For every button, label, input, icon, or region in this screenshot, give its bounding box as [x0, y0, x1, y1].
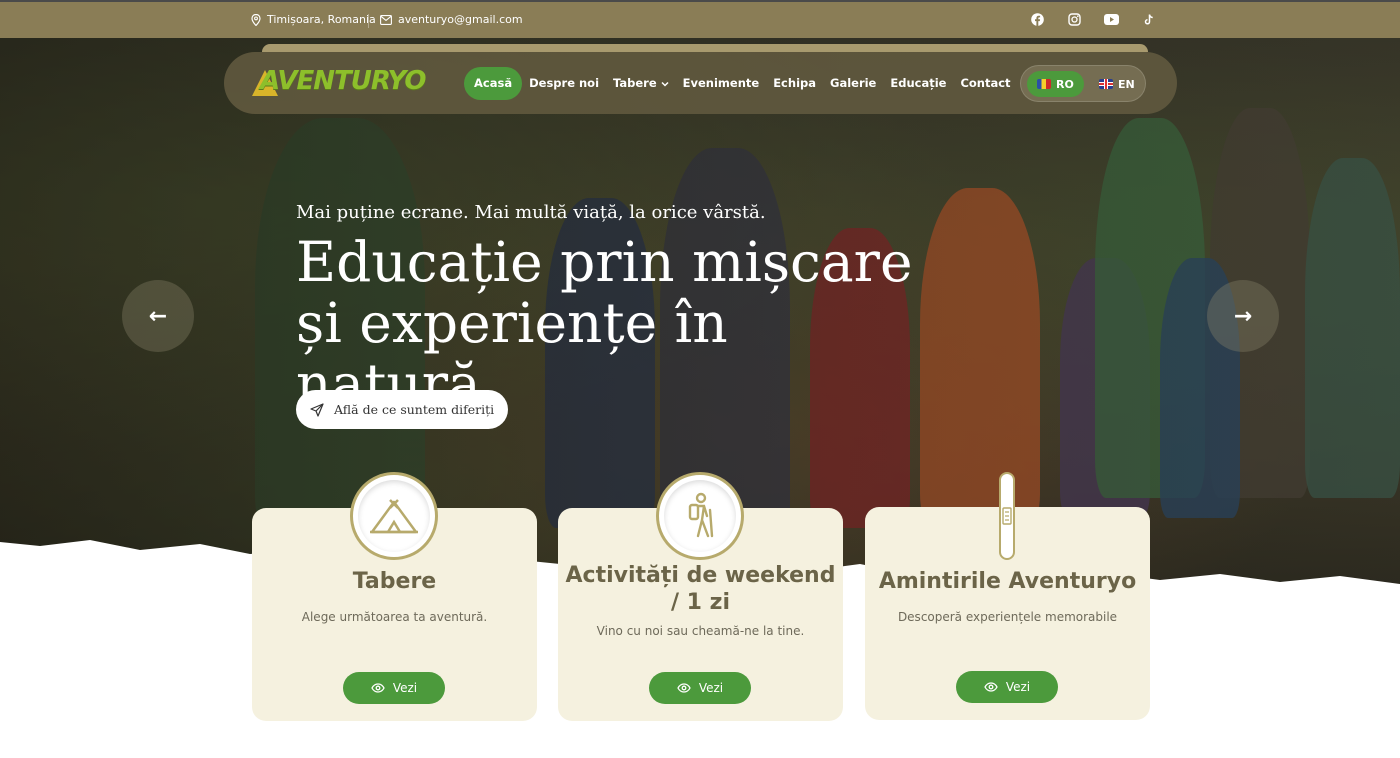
vezi-label: Vezi [1005, 680, 1031, 694]
lang-en-button[interactable]: EN [1089, 71, 1145, 97]
tiktok-icon[interactable] [1141, 12, 1156, 27]
nav-item-despre-noi[interactable]: Despre noi [522, 67, 606, 100]
nav-label: Despre noi [529, 76, 600, 90]
card-title: Tabere [352, 569, 437, 594]
eye-icon [371, 683, 385, 693]
divider [368, 14, 369, 28]
nav-label: Evenimente [682, 76, 760, 90]
nav-item-contact[interactable]: Contact [953, 67, 1017, 100]
nav-label: Contact [960, 76, 1011, 90]
nav-label: Echipa [773, 76, 816, 90]
hero-cta-button[interactable]: Află de ce suntem diferiți [296, 390, 509, 429]
card-text: Alege următoarea ta aventură. [301, 610, 488, 624]
card-title: Amintirile Aventuryo [878, 569, 1137, 594]
vezi-label: Vezi [392, 681, 418, 695]
nav-label: Acasă [474, 76, 513, 90]
photo-icon [999, 472, 1015, 560]
mail-icon [380, 14, 392, 25]
nav-item-evenimente[interactable]: Evenimente [676, 67, 767, 100]
location-info: Timișoara, Romania [251, 13, 376, 26]
hero-headline: Educație prin mișcare și experiențe în n… [296, 230, 913, 416]
nav-label: Galerie [830, 76, 877, 90]
location-text: Timișoara, Romania [267, 13, 376, 26]
nav-item-galerie[interactable]: Galerie [823, 67, 883, 100]
lang-ro-button[interactable]: RO [1027, 71, 1084, 97]
nav-item-acasa[interactable]: Acasă [464, 67, 523, 100]
instagram-icon[interactable] [1067, 12, 1082, 27]
eye-icon [677, 683, 691, 693]
arrow-right-icon: → [1233, 303, 1253, 329]
nav-item-tabere[interactable]: Tabere [606, 67, 676, 100]
paper-plane-icon [310, 402, 324, 417]
site-logo[interactable]: AVENTURYO [252, 66, 426, 96]
card-text: Vino cu noi sau cheamă-ne la tine. [596, 624, 805, 638]
logo-text: AVENTURYO [260, 66, 426, 96]
nav-label: Educație [890, 76, 947, 90]
language-switcher: RO EN [1020, 65, 1146, 102]
vezi-button[interactable]: Vezi [956, 671, 1058, 703]
social-links [1030, 12, 1156, 27]
slider-next-button[interactable]: → [1207, 280, 1279, 352]
email-info[interactable]: aventuryo@gmail.com [380, 13, 523, 26]
arrow-left-icon: ← [148, 303, 168, 329]
hiker-icon [656, 472, 744, 560]
nav-item-educatie[interactable]: Educație [883, 67, 953, 100]
romania-flag-icon [1037, 79, 1051, 89]
facebook-icon[interactable] [1030, 12, 1045, 27]
card-text: Descoperă experiențele memorabile [897, 610, 1118, 624]
slider-prev-button[interactable]: ← [122, 280, 194, 352]
top-info-bar: Timișoara, Romania aventuryo@gmail.com [0, 0, 1400, 38]
vezi-button[interactable]: Vezi [343, 672, 445, 704]
vezi-button[interactable]: Vezi [649, 672, 751, 704]
card-title: Activități de weekend / 1 zi [565, 563, 836, 615]
youtube-icon[interactable] [1104, 12, 1119, 27]
tent-icon [350, 472, 438, 560]
nav-top-accent [262, 44, 1148, 52]
cta-label: Află de ce suntem diferiți [334, 402, 495, 417]
lang-label: RO [1056, 77, 1074, 91]
nav-item-echipa[interactable]: Echipa [766, 67, 823, 100]
chevron-down-icon [661, 81, 669, 87]
email-text[interactable]: aventuryo@gmail.com [398, 13, 523, 26]
vezi-label: Vezi [698, 681, 724, 695]
main-menu: Acasă Despre noi Tabere Evenimente Echip… [464, 67, 1018, 100]
hero-tagline: Mai puține ecrane. Mai multă viață, la o… [296, 202, 766, 223]
nav-label: Tabere [613, 76, 657, 90]
eye-icon [984, 682, 998, 692]
lang-label: EN [1118, 77, 1135, 91]
uk-flag-icon [1099, 79, 1113, 89]
map-pin-icon [251, 13, 261, 26]
